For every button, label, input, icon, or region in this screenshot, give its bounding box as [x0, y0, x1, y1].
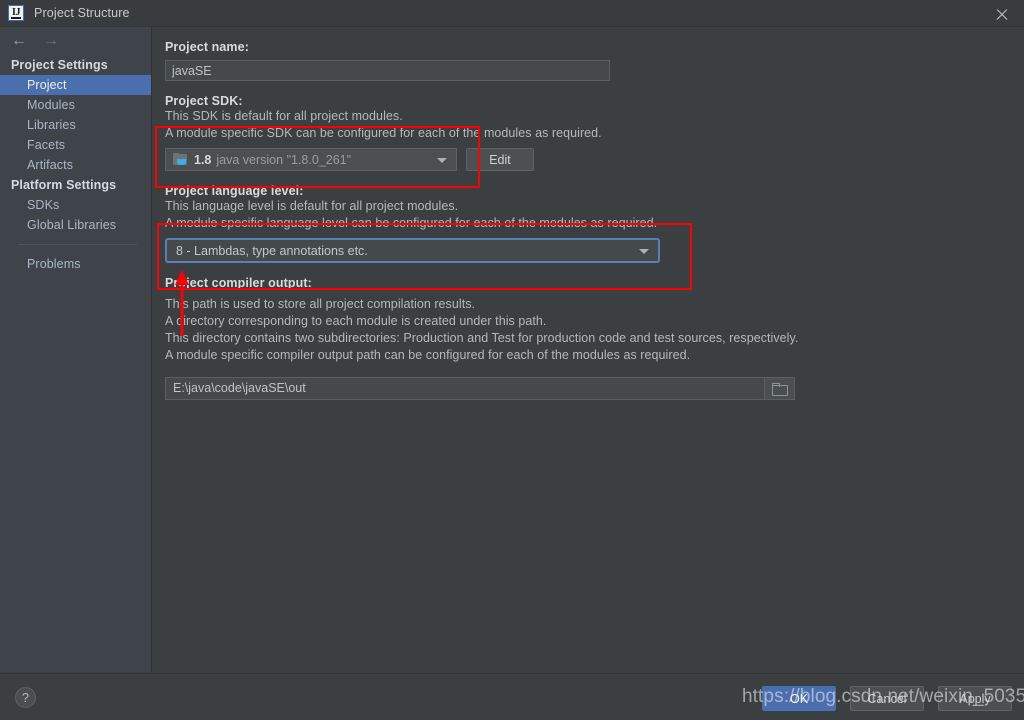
help-button[interactable]: ? — [15, 687, 36, 708]
sidebar-group-platform-settings: Platform Settings — [11, 178, 117, 192]
sdk-description-label: java version "1.8.0_261" — [216, 152, 352, 167]
language-level-desc-2: A module specific language level can be … — [165, 216, 658, 230]
edit-sdk-button[interactable]: Edit — [466, 148, 534, 171]
language-level-value: 8 - Lambdas, type annotations etc. — [176, 243, 368, 258]
settings-sidebar: ← → Project Settings Project Modules Lib… — [0, 27, 152, 672]
project-sdk-dropdown[interactable]: 1.8 java version "1.8.0_261" — [165, 148, 457, 171]
intellij-app-icon: IJ — [8, 5, 24, 21]
project-sdk-label: Project SDK: — [165, 94, 243, 108]
sidebar-item-modules[interactable]: Modules — [0, 95, 151, 115]
window-title: Project Structure — [34, 6, 130, 20]
compiler-output-desc-3: This directory contains two subdirectori… — [165, 331, 799, 345]
apply-button[interactable]: Apply — [938, 686, 1012, 711]
compiler-output-input[interactable]: E:\java\code\javaSE\out — [165, 377, 795, 400]
folder-icon — [772, 383, 788, 396]
dialog-button-group: OK Cancel Apply — [762, 686, 1012, 711]
project-name-input[interactable]: javaSE — [165, 60, 610, 81]
sidebar-item-project[interactable]: Project — [0, 75, 151, 95]
dialog-footer: ? OK Cancel Apply — [0, 673, 1024, 720]
compiler-output-label: Project compiler output: — [165, 276, 312, 290]
sdk-version-label: 1.8 — [194, 152, 212, 167]
close-icon[interactable] — [994, 6, 1010, 22]
compiler-output-desc-1: This path is used to store all project c… — [165, 297, 476, 311]
language-level-label: Project language level: — [165, 184, 304, 198]
sidebar-item-artifacts[interactable]: Artifacts — [0, 155, 151, 175]
sidebar-item-global-libraries[interactable]: Global Libraries — [0, 215, 151, 235]
back-arrow-icon[interactable]: ← — [11, 33, 27, 49]
sidebar-group-project-settings: Project Settings — [11, 58, 108, 72]
project-sdk-desc-2: A module specific SDK can be configured … — [165, 126, 602, 140]
ok-button[interactable]: OK — [762, 686, 836, 711]
language-level-dropdown[interactable]: 8 - Lambdas, type annotations etc. — [165, 238, 660, 263]
app-icon-label: IJ — [12, 7, 20, 18]
cancel-button[interactable]: Cancel — [850, 686, 924, 711]
project-structure-dialog: IJ Project Structure ← → Project Setting… — [0, 0, 1024, 720]
project-sdk-desc-1: This SDK is default for all project modu… — [165, 109, 403, 123]
sidebar-item-problems[interactable]: Problems — [0, 254, 151, 274]
sidebar-navigation: ← → — [0, 27, 151, 55]
language-level-desc-1: This language level is default for all p… — [165, 199, 459, 213]
project-sdk-row: 1.8 java version "1.8.0_261" Edit — [165, 148, 1024, 171]
title-bar: IJ Project Structure — [0, 0, 1024, 27]
project-settings-panel: Project name: javaSE Project SDK: This S… — [153, 27, 1024, 672]
chevron-down-icon — [639, 248, 649, 254]
project-name-label: Project name: — [165, 40, 249, 54]
sidebar-divider — [18, 244, 137, 245]
sidebar-item-sdks[interactable]: SDKs — [0, 195, 151, 215]
project-name-value: javaSE — [172, 63, 212, 78]
compiler-output-value: E:\java\code\javaSE\out — [173, 381, 306, 395]
browse-output-button[interactable] — [764, 378, 794, 399]
java-sdk-icon — [173, 153, 188, 166]
compiler-output-desc-4: A module specific compiler output path c… — [165, 348, 691, 362]
forward-arrow-icon[interactable]: → — [43, 33, 59, 49]
compiler-output-desc-2: A directory corresponding to each module… — [165, 314, 547, 328]
sidebar-item-facets[interactable]: Facets — [0, 135, 151, 155]
sidebar-item-libraries[interactable]: Libraries — [0, 115, 151, 135]
chevron-down-icon — [437, 157, 447, 163]
